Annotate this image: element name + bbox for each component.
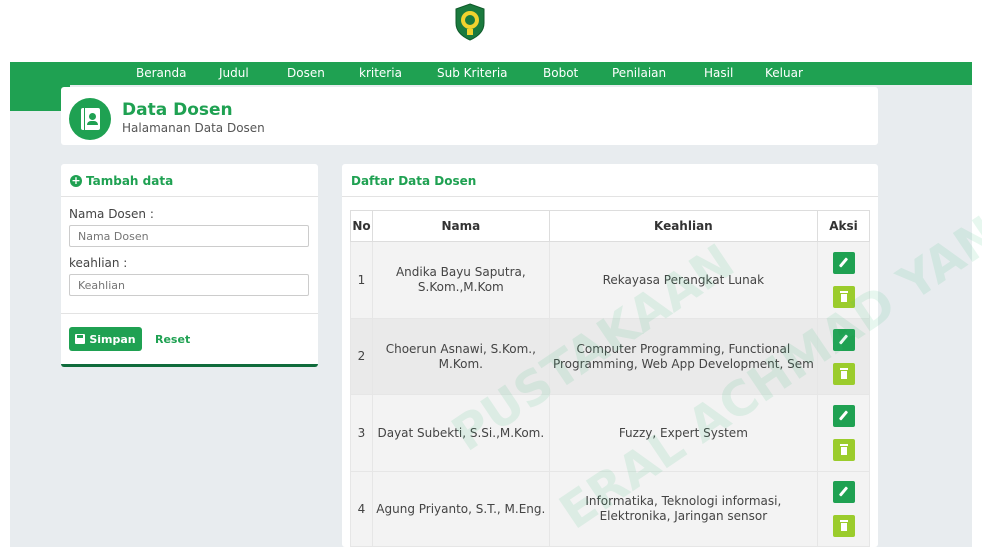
column-header-keahlian: Keahlian <box>548 210 819 242</box>
edit-pencil-icon[interactable] <box>832 252 855 274</box>
delete-trash-icon[interactable] <box>832 439 855 461</box>
row-keahlian: Rekayasa Perangkat Lunak <box>548 241 819 319</box>
row-no: 2 <box>350 318 373 395</box>
row-no: 4 <box>350 471 373 547</box>
table-row: 1 Andika Bayu Saputra, S.Kom.,M.Kom Reka… <box>350 241 870 319</box>
form-title: Tambah data <box>86 174 174 188</box>
form-divider <box>61 196 318 197</box>
top-bar <box>0 0 982 62</box>
delete-trash-icon[interactable] <box>832 286 855 308</box>
nav-item-keluar[interactable]: Keluar <box>765 66 803 80</box>
column-header-no: No <box>350 210 373 242</box>
nav-item-sub-kriteria[interactable]: Sub Kriteria <box>437 66 508 80</box>
row-nama: Choerun Asnawi, S.Kom., M.Kom. <box>371 318 550 395</box>
keahlian-label: keahlian : <box>69 256 128 270</box>
row-actions <box>817 241 870 319</box>
nav-item-beranda[interactable]: Beranda <box>136 66 186 80</box>
edit-pencil-icon[interactable] <box>832 405 855 427</box>
university-logo <box>455 3 485 41</box>
column-header-nama: Nama <box>371 210 550 242</box>
reset-button[interactable]: Reset <box>155 333 190 346</box>
form-footer-divider <box>61 313 318 314</box>
nav-item-kriteria[interactable]: kriteria <box>359 66 402 80</box>
row-no: 1 <box>350 241 373 319</box>
row-keahlian: Informatika, Teknologi informasi, Elektr… <box>548 471 819 547</box>
form-header: + Tambah data <box>70 174 173 188</box>
row-keahlian: Computer Programming, Functional Program… <box>548 318 819 395</box>
row-keahlian: Fuzzy, Expert System <box>548 394 819 472</box>
row-nama: Agung Priyanto, S.T., M.Eng. <box>371 471 550 547</box>
row-actions <box>817 318 870 395</box>
column-header-aksi: Aksi <box>817 210 870 242</box>
keahlian-input[interactable] <box>69 274 309 296</box>
delete-trash-icon[interactable] <box>832 362 855 385</box>
save-button[interactable]: Simpan <box>69 327 142 351</box>
nav-item-hasil[interactable]: Hasil <box>704 66 733 80</box>
floppy-disk-icon <box>75 334 86 344</box>
nav-item-bobot[interactable]: Bobot <box>543 66 578 80</box>
edit-pencil-icon[interactable] <box>832 328 855 351</box>
nav-item-judul[interactable]: Judul <box>219 66 249 80</box>
save-button-label: Simpan <box>89 332 136 346</box>
table-row: 3 Dayat Subekti, S.Si.,M.Kom. Fuzzy, Exp… <box>350 394 870 472</box>
nama-dosen-label: Nama Dosen : <box>69 207 154 221</box>
page-subtitle: Halamanan Data Dosen <box>122 121 265 135</box>
main-navbar: Beranda Judul Dosen kriteria Sub Kriteri… <box>10 62 972 85</box>
table-row: 2 Choerun Asnawi, S.Kom., M.Kom. Compute… <box>350 318 870 395</box>
list-title: Daftar Data Dosen <box>351 174 477 188</box>
nav-item-penilaian[interactable]: Penilaian <box>612 66 666 80</box>
row-actions <box>817 394 870 472</box>
lecturer-table: No Nama Keahlian Aksi 1 Andika Bayu Sapu… <box>350 210 870 547</box>
nama-dosen-input[interactable] <box>69 225 309 247</box>
row-nama: Andika Bayu Saputra, S.Kom.,M.Kom <box>371 241 550 319</box>
list-divider <box>342 196 878 197</box>
nav-item-dosen[interactable]: Dosen <box>287 66 325 80</box>
edit-pencil-icon[interactable] <box>832 481 855 503</box>
row-no: 3 <box>350 394 373 472</box>
table-row: 4 Agung Priyanto, S.T., M.Eng. Informati… <box>350 471 870 547</box>
contact-book-icon <box>69 98 111 140</box>
row-nama: Dayat Subekti, S.Si.,M.Kom. <box>371 394 550 472</box>
plus-circle-icon: + <box>70 174 82 187</box>
page-title: Data Dosen <box>122 100 233 120</box>
delete-trash-icon[interactable] <box>832 515 855 537</box>
row-actions <box>817 471 870 547</box>
